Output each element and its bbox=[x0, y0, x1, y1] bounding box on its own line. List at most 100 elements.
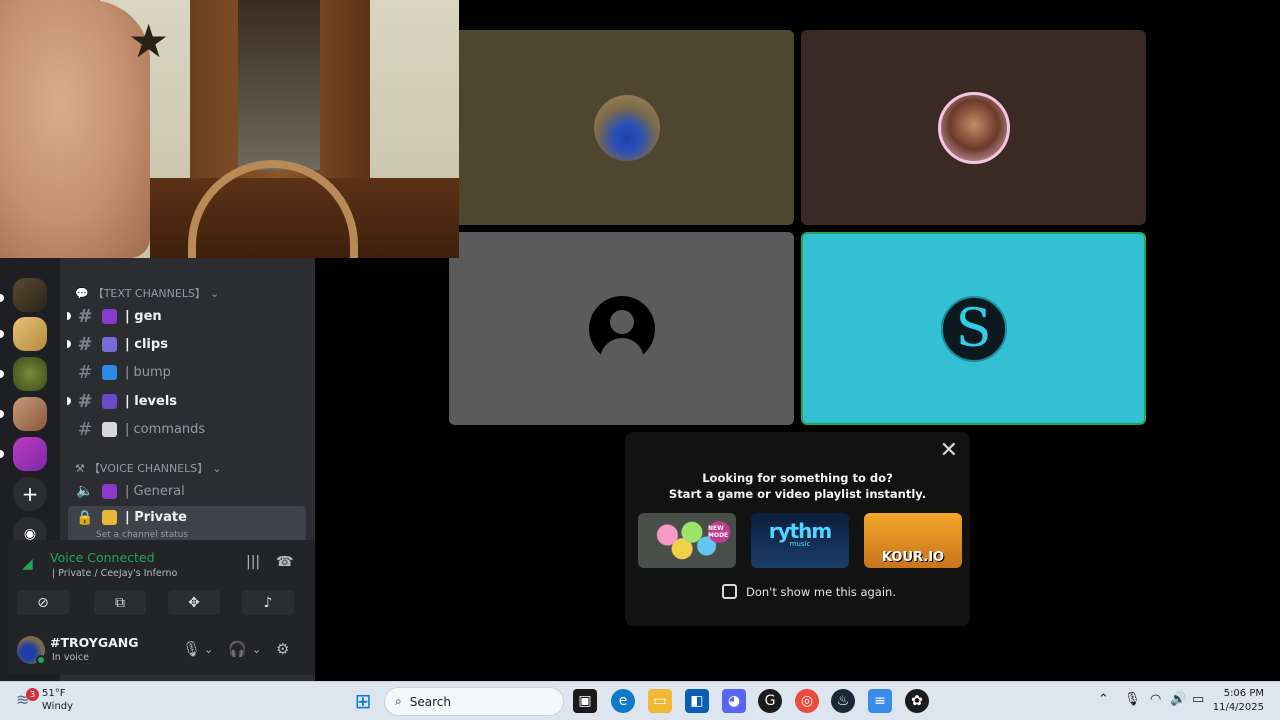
speaker-icon: 🔈 bbox=[76, 483, 94, 499]
dont-show-again[interactable]: Don't show me this again. bbox=[722, 584, 896, 599]
chevron-up-icon[interactable]: ⌃ bbox=[1098, 692, 1109, 707]
channel-emoji-icon bbox=[102, 393, 117, 409]
new-mode-badge: NEW MODE bbox=[708, 521, 730, 543]
channel-commands[interactable]: # | commands bbox=[68, 416, 306, 442]
microphone-tray-icon[interactable]: 🎙 bbox=[1124, 692, 1141, 707]
activity-card-rythm[interactable]: rythm music bbox=[751, 513, 849, 568]
screen-share-icon: ⧉ bbox=[115, 594, 125, 611]
channel-bump[interactable]: # | bump bbox=[68, 359, 306, 385]
activity-card-kour[interactable]: KOUR.IO bbox=[864, 513, 962, 568]
signal-icon[interactable]: ◢ bbox=[22, 556, 33, 572]
category-text-channels[interactable]: 💬 【TEXT CHANNELS】 ⌄ bbox=[75, 285, 219, 301]
activity-prompt: ✕ Looking for something to do? Start a g… bbox=[625, 432, 970, 626]
video-tile-3[interactable] bbox=[449, 232, 794, 425]
voice-location[interactable]: | Private / CeeJay's Inferno bbox=[52, 568, 177, 579]
hash-icon: # bbox=[77, 390, 93, 412]
chrome-icon[interactable]: ◎ bbox=[795, 689, 819, 713]
activities-button[interactable]: ✥ bbox=[168, 590, 220, 615]
task-view-icon[interactable]: ▣ bbox=[573, 689, 597, 713]
chevron-down-icon: ⌄ bbox=[212, 461, 222, 475]
dont-show-checkbox[interactable] bbox=[722, 584, 737, 599]
soundboard-icon: ♪ bbox=[263, 594, 273, 611]
server-icon-5[interactable] bbox=[13, 437, 47, 471]
chevron-down-icon[interactable]: ⌄ bbox=[204, 643, 213, 656]
channel-emoji-icon bbox=[102, 483, 117, 499]
channel-emoji-icon bbox=[102, 336, 117, 352]
camera-button[interactable]: ⊘ bbox=[17, 590, 69, 615]
taskbar: ≋ 3 51°F Windy ⊞ ⌕ Search ▣ e ▭ ◧ ◕ G ◎ … bbox=[0, 681, 1280, 720]
weather-widget[interactable]: ≋ 3 51°F Windy bbox=[16, 687, 73, 713]
channel-clips[interactable]: # | clips bbox=[67, 331, 306, 357]
soundboard-button[interactable]: ♪ bbox=[242, 590, 294, 615]
channel-emoji-icon bbox=[102, 510, 117, 525]
username[interactable]: #TROYGANG bbox=[50, 635, 139, 650]
hash-icon: # bbox=[77, 418, 93, 440]
s-logo-avatar: S bbox=[940, 295, 1007, 362]
disconnect-icon[interactable]: ☎ bbox=[276, 554, 293, 570]
screen-share-button[interactable]: ⧉ bbox=[94, 590, 146, 615]
store-icon[interactable]: ◧ bbox=[685, 689, 709, 713]
video-tile-1[interactable] bbox=[459, 30, 794, 225]
category-voice-channels[interactable]: ⚒ 【VOICE CHANNELS】 ⌄ bbox=[75, 460, 221, 476]
battery-icon[interactable]: ▭ bbox=[1192, 692, 1204, 707]
add-server-icon[interactable]: + bbox=[13, 477, 47, 511]
clock[interactable]: 5:06 PM 11/4/2025 bbox=[1213, 687, 1264, 715]
activity-title: Looking for something to do? bbox=[702, 471, 893, 485]
lock-icon: 🔒 bbox=[76, 510, 94, 526]
chevron-down-icon: ⌄ bbox=[209, 286, 220, 300]
profile-avatar bbox=[937, 91, 1010, 164]
channel-emoji-icon bbox=[102, 308, 117, 324]
kour-logo: KOUR.IO bbox=[881, 550, 945, 565]
edge-browser-icon[interactable]: e bbox=[611, 689, 635, 713]
video-tile-speaking[interactable]: S bbox=[801, 232, 1146, 425]
wifi-icon[interactable]: ◠ bbox=[1150, 692, 1161, 707]
online-status-icon bbox=[36, 655, 46, 665]
chevron-down-icon[interactable]: ⌄ bbox=[252, 643, 261, 656]
webcam-preview[interactable]: ★ bbox=[0, 0, 459, 258]
user-panel: #TROYGANG In voice 🎙 ⌄ 🎧 ⌄ ⚙ bbox=[8, 625, 315, 675]
app-icon[interactable]: ✿ bbox=[905, 689, 929, 713]
voice-status[interactable]: Voice Connected bbox=[50, 550, 155, 565]
camera-off-icon: ⊘ bbox=[37, 594, 49, 611]
file-explorer-icon[interactable]: ▭ bbox=[648, 689, 672, 713]
hash-icon: # bbox=[77, 361, 93, 383]
server-icon-4[interactable] bbox=[13, 397, 47, 431]
steam-icon[interactable]: ♨ bbox=[831, 689, 855, 713]
video-tile-2[interactable] bbox=[801, 30, 1146, 225]
activity-subtitle: Start a game or video playlist instantly… bbox=[668, 487, 927, 501]
screen: ★ S ✕ Looking for something to do? Start… bbox=[0, 0, 1280, 720]
notepad-icon[interactable]: ≡ bbox=[868, 689, 892, 713]
hash-icon: # bbox=[77, 333, 93, 355]
chat-icon: 💬 bbox=[75, 286, 89, 300]
weather-temp: 51°F bbox=[42, 688, 66, 699]
headphones-icon[interactable]: 🎧 bbox=[228, 640, 247, 658]
search-input[interactable]: ⌕ Search bbox=[384, 687, 564, 716]
noise-suppression-icon[interactable]: ||| bbox=[246, 554, 260, 570]
voice-channel-general[interactable]: 🔈 | General bbox=[68, 478, 306, 504]
g-app-icon[interactable]: G bbox=[758, 689, 782, 713]
close-icon[interactable]: ✕ bbox=[940, 438, 958, 463]
user-status: In voice bbox=[52, 652, 89, 663]
server-icon-3[interactable] bbox=[13, 357, 47, 391]
channel-emoji-icon bbox=[102, 364, 117, 380]
channel-emoji-icon bbox=[102, 421, 117, 437]
gear-icon[interactable]: ⚙ bbox=[276, 640, 289, 658]
channel-gen[interactable]: # | gen bbox=[67, 303, 306, 329]
channel-levels[interactable]: # | levels bbox=[67, 388, 306, 414]
default-avatar bbox=[588, 295, 655, 364]
weather-desc: Windy bbox=[42, 701, 74, 712]
volume-icon[interactable]: 🔊 bbox=[1170, 692, 1186, 707]
search-icon: ⌕ bbox=[395, 694, 402, 708]
discord-icon[interactable]: ◕ bbox=[722, 689, 746, 713]
server-icon-1[interactable] bbox=[13, 278, 47, 312]
voice-channel-private[interactable]: 🔒 | Private Set a channel status bbox=[68, 506, 306, 544]
start-windows-icon[interactable]: ⊞ bbox=[351, 689, 375, 713]
hammer-icon: ⚒ bbox=[75, 461, 85, 475]
activity-card-game[interactable]: NEW MODE bbox=[638, 513, 736, 568]
wind-icon: ≋ 3 bbox=[16, 688, 39, 710]
channel-status[interactable]: Set a channel status bbox=[96, 530, 188, 540]
server-icon-2[interactable] bbox=[13, 317, 47, 351]
notification-badge: 3 bbox=[26, 688, 39, 701]
car-avatar bbox=[593, 94, 660, 161]
microphone-icon[interactable]: 🎙 bbox=[182, 640, 201, 658]
